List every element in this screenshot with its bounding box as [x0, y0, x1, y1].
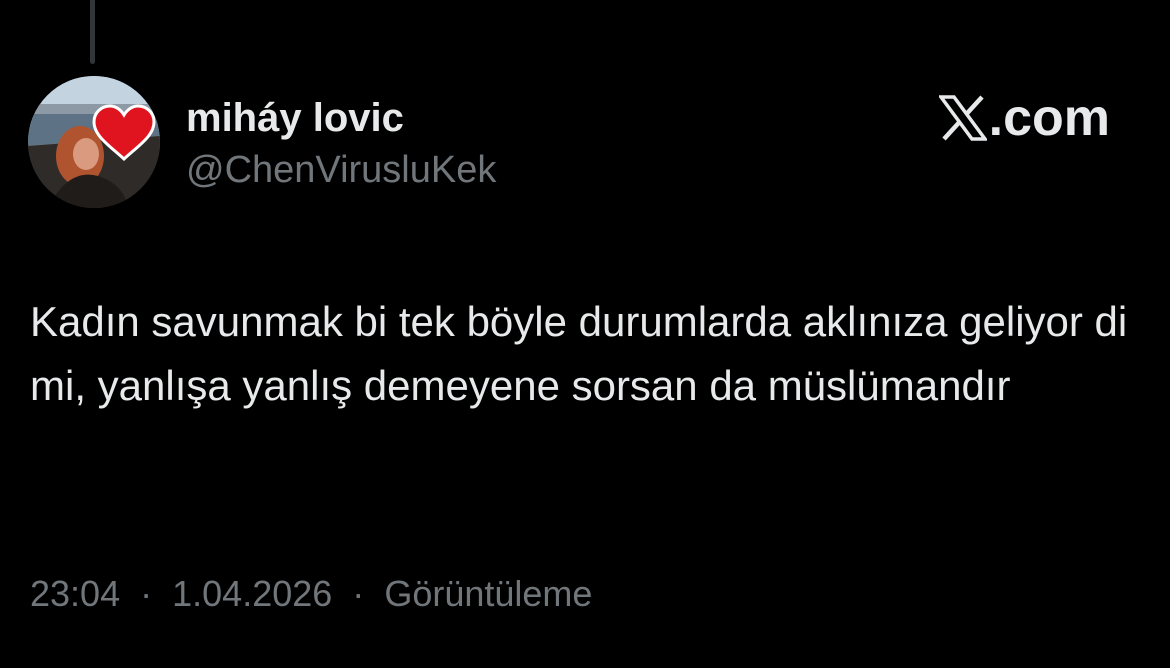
x-logo-icon	[938, 95, 987, 141]
tweet-text: Kadın savunmak bi tek böyle durumlarda a…	[30, 298, 1128, 409]
user-handle[interactable]: @ChenVirusluKek	[186, 148, 496, 192]
meta-separator: ·	[352, 573, 365, 614]
avatar[interactable]	[28, 76, 160, 208]
thread-connector-line	[90, 0, 95, 64]
display-name[interactable]: miháy lovic	[186, 96, 496, 140]
avatar-photo	[28, 76, 160, 208]
meta-separator: ·	[140, 573, 153, 614]
tweet-date[interactable]: 1.04.2026	[172, 573, 332, 614]
user-info: miháy lovic @ChenVirusluKek	[186, 96, 496, 192]
brand-domain: .com	[988, 89, 1110, 147]
tweet-meta: 23:04 · 1.04.2026 · Görüntüleme	[30, 570, 592, 618]
brand-logo: .com	[938, 88, 1110, 148]
tweet-time[interactable]: 23:04	[30, 573, 120, 614]
views-label[interactable]: Görüntüleme	[384, 573, 592, 614]
